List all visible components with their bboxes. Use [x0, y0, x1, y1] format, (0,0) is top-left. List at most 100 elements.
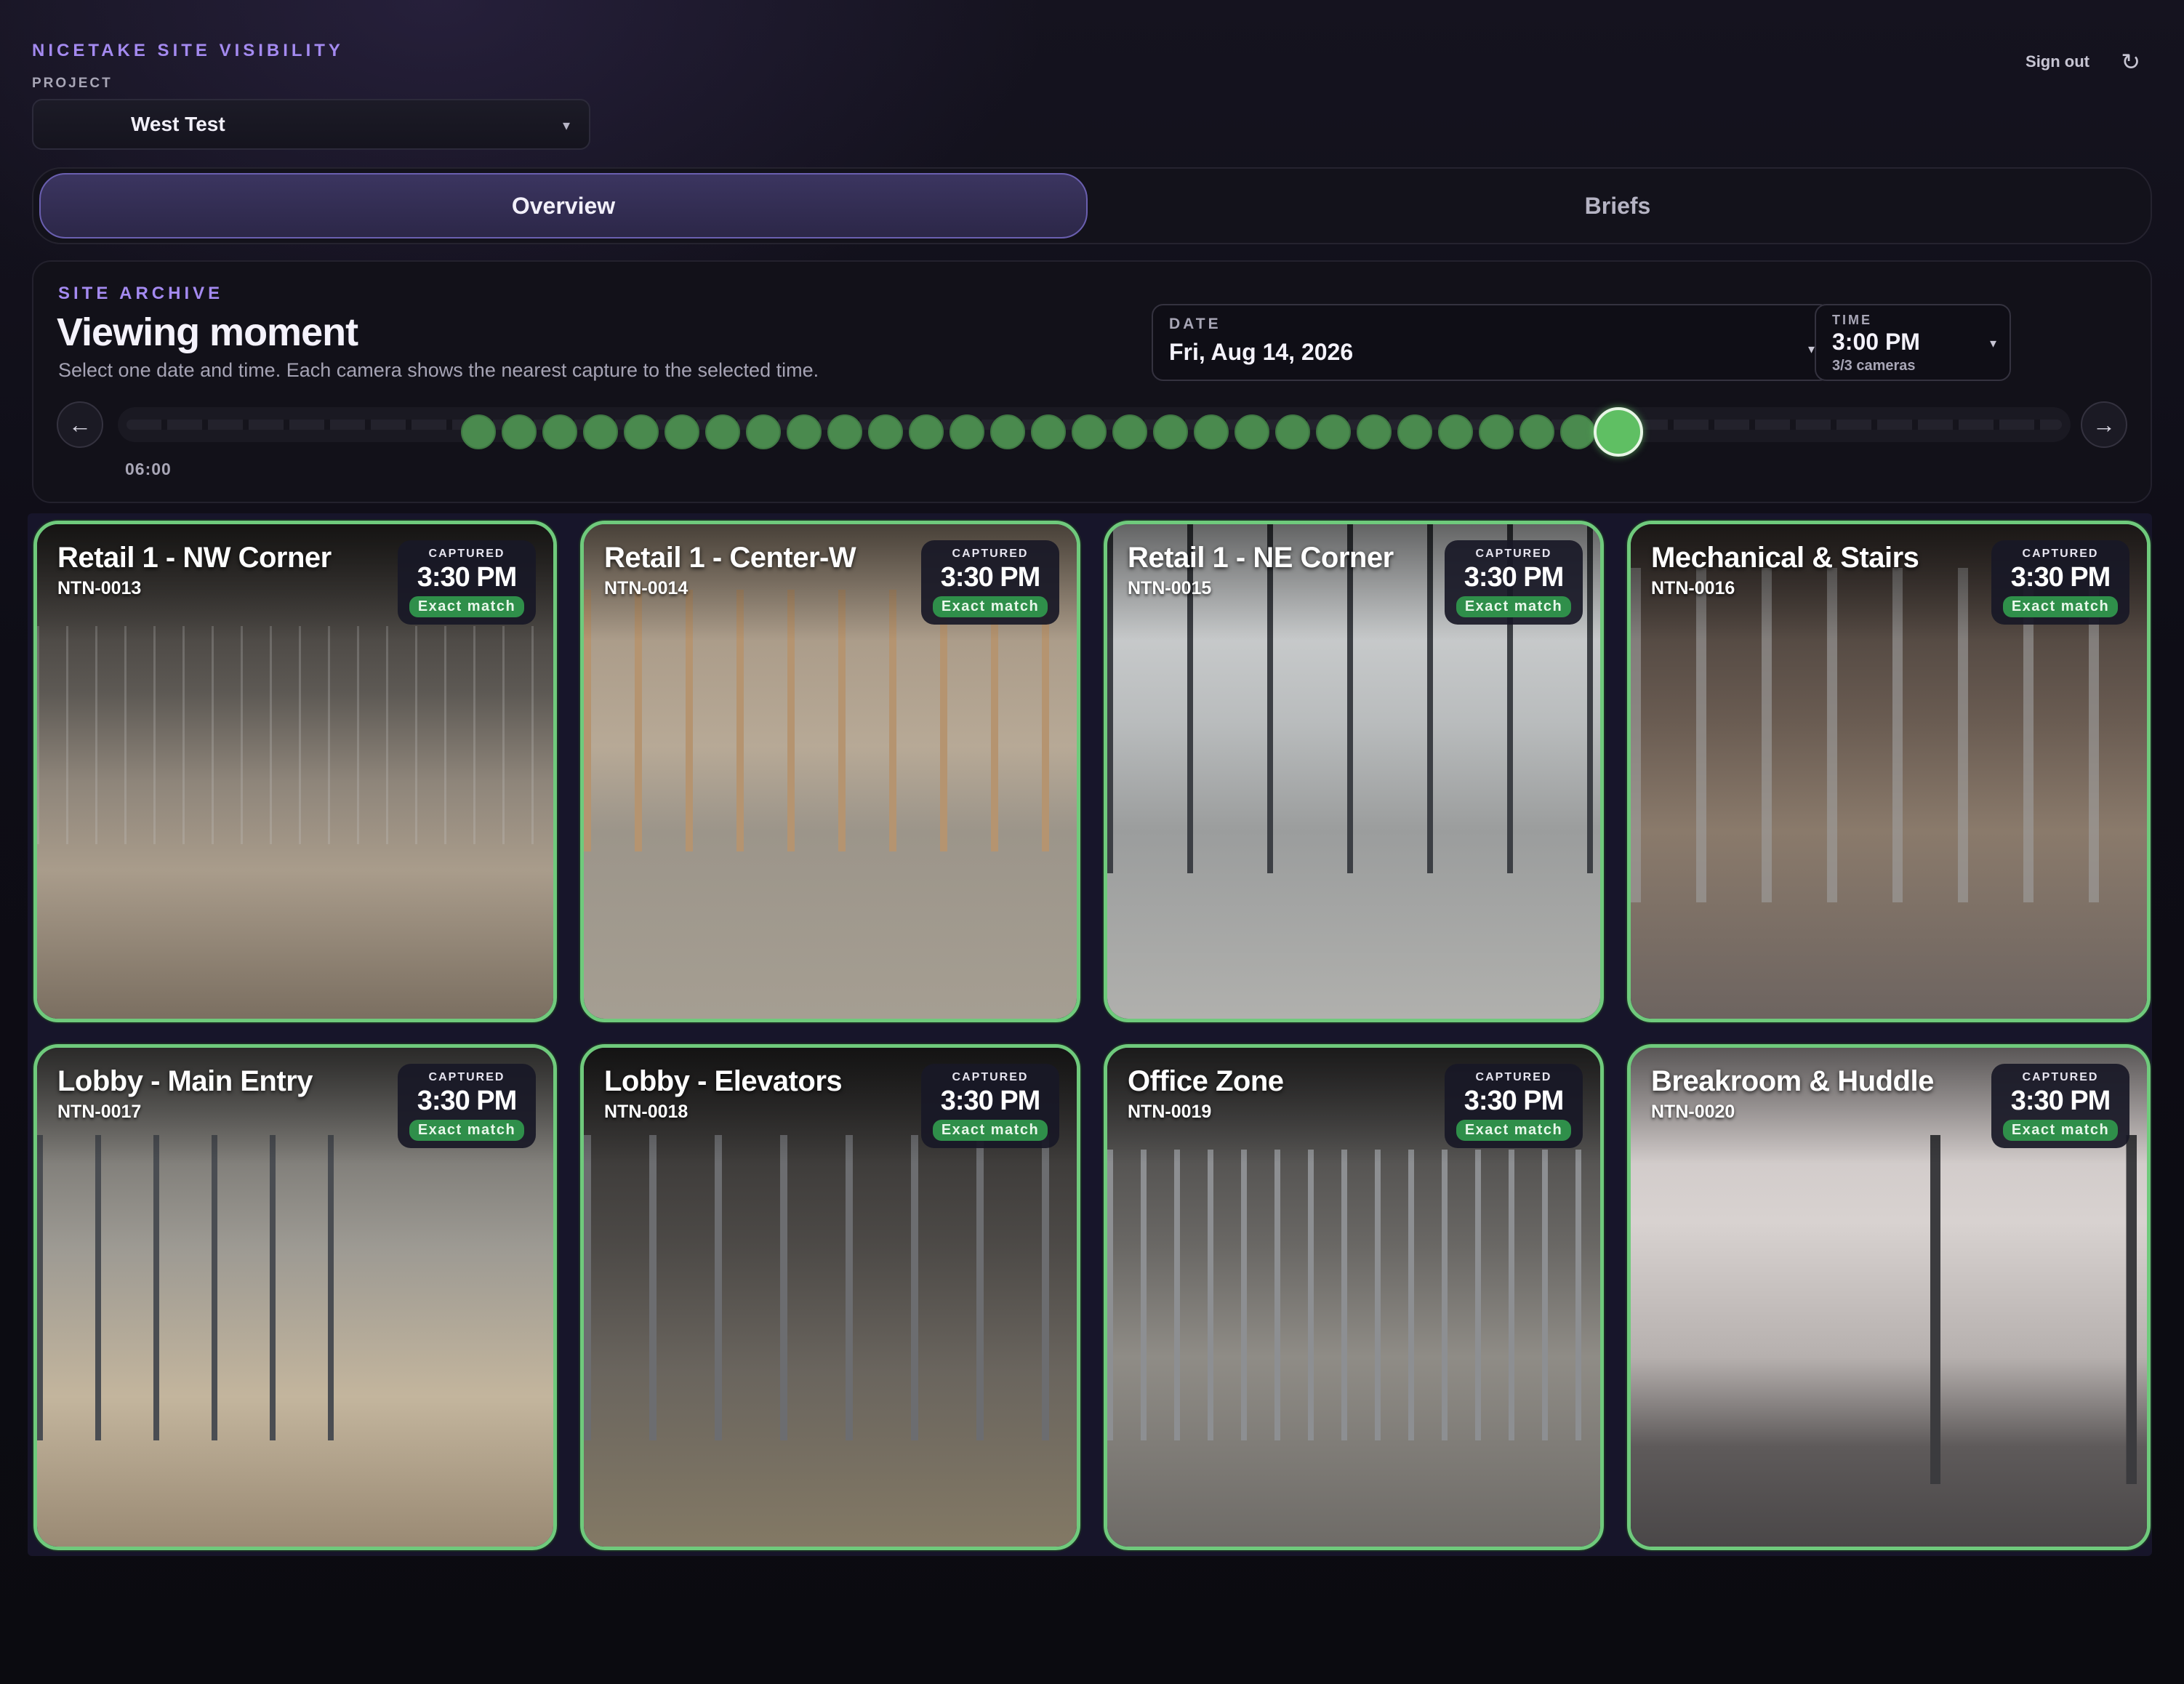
timeline-capture-dot[interactable]: [1316, 414, 1351, 449]
camera-name: Office Zone: [1128, 1065, 1284, 1097]
timeline-capture-dot[interactable]: [502, 414, 537, 449]
timeline-prev-button[interactable]: ←: [57, 401, 103, 448]
timeline-capture-dot[interactable]: [705, 414, 740, 449]
timeline-capture-dot[interactable]: [950, 414, 984, 449]
camera-id: NTN-0017: [57, 1102, 142, 1122]
app-brand: NICETAKE SITE VISIBILITY: [32, 41, 344, 60]
timeline-capture-dot[interactable]: [1438, 414, 1473, 449]
timeline-capture-dot[interactable]: [746, 414, 781, 449]
captured-time: 3:30 PM: [1464, 1086, 1565, 1116]
camera-card[interactable]: Retail 1 - NE Corner NTN-0015 CAPTURED 3…: [1104, 521, 1604, 1022]
site-archive-panel: SITE ARCHIVE Viewing moment Select one d…: [32, 260, 2152, 503]
tab-briefs[interactable]: Briefs: [1093, 173, 2142, 238]
capture-badge: CAPTURED 3:30 PM Exact match: [1991, 1064, 2129, 1148]
page-title: Viewing moment: [57, 310, 358, 354]
chevron-down-icon: ▾: [562, 118, 570, 134]
timeline-capture-dot[interactable]: [1194, 414, 1229, 449]
camera-card[interactable]: Retail 1 - Center-W NTN-0014 CAPTURED 3:…: [580, 521, 1080, 1022]
timeline-capture-dot[interactable]: [1560, 414, 1595, 449]
capture-badge: CAPTURED 3:30 PM Exact match: [1991, 540, 2129, 625]
time-value: 3:00 PM: [1832, 329, 1920, 355]
timeline-capture-dot[interactable]: [1519, 414, 1554, 449]
timeline-capture-dot[interactable]: [1153, 414, 1188, 449]
captured-time: 3:30 PM: [2010, 562, 2111, 593]
date-value: Fri, Aug 14, 2026: [1169, 339, 1354, 365]
camera-id: NTN-0016: [1651, 578, 1735, 598]
camera-id: NTN-0015: [1128, 578, 1212, 598]
captured-time: 3:30 PM: [417, 562, 518, 593]
captured-time: 3:30 PM: [417, 1086, 518, 1116]
match-badge: Exact match: [932, 596, 1048, 617]
match-badge: Exact match: [409, 1120, 525, 1141]
captured-time: 3:30 PM: [940, 562, 1041, 593]
timeline-capture-dot[interactable]: [665, 414, 699, 449]
timeline-capture-dot[interactable]: [1072, 414, 1107, 449]
timeline-track[interactable]: [118, 407, 2071, 457]
timeline-selected-capture[interactable]: [1594, 407, 1643, 457]
captured-time: 3:30 PM: [1464, 562, 1565, 593]
timeline-capture-dot[interactable]: [583, 414, 618, 449]
date-label: DATE: [1169, 316, 1221, 332]
section-description: Select one date and time. Each camera sh…: [58, 359, 819, 381]
camera-id: NTN-0014: [604, 578, 688, 598]
captured-time: 3:30 PM: [2010, 1086, 2111, 1116]
sign-out-link[interactable]: Sign out: [2026, 52, 2089, 71]
timeline-capture-dot[interactable]: [461, 414, 496, 449]
camera-card[interactable]: Retail 1 - NW Corner NTN-0013 CAPTURED 3…: [33, 521, 557, 1022]
date-select[interactable]: DATE Fri, Aug 14, 2026 ▾: [1152, 304, 1831, 381]
captured-label: CAPTURED: [1475, 548, 1552, 560]
timeline-capture-dot[interactable]: [1479, 414, 1514, 449]
timeline-capture-dot[interactable]: [787, 414, 822, 449]
camera-name: Retail 1 - Center-W: [604, 542, 856, 574]
camera-id: NTN-0013: [57, 578, 142, 598]
timeline-capture-dot[interactable]: [827, 414, 862, 449]
chevron-down-icon: ▾: [1807, 342, 1815, 356]
match-badge: Exact match: [1456, 596, 1572, 617]
timeline-capture-dot[interactable]: [1031, 414, 1066, 449]
timeline-capture-dot[interactable]: [868, 414, 903, 449]
timeline-capture-dot[interactable]: [1357, 414, 1392, 449]
capture-badge: CAPTURED 3:30 PM Exact match: [921, 1064, 1059, 1148]
camera-card[interactable]: Office Zone NTN-0019 CAPTURED 3:30 PM Ex…: [1104, 1044, 1604, 1550]
timeline-capture-dot[interactable]: [1275, 414, 1310, 449]
timeline-capture-dot[interactable]: [1397, 414, 1432, 449]
timeline-next-button[interactable]: →: [2081, 401, 2127, 448]
capture-badge: CAPTURED 3:30 PM Exact match: [1445, 540, 1583, 625]
camera-name: Breakroom & Huddle: [1651, 1065, 1934, 1097]
captured-label: CAPTURED: [428, 548, 505, 560]
camera-name: Mechanical & Stairs: [1651, 542, 1919, 574]
chevron-down-icon: ▾: [1989, 336, 1996, 350]
timeline-capture-dot[interactable]: [542, 414, 577, 449]
arrow-left-icon: ←: [68, 411, 92, 438]
capture-badge: CAPTURED 3:30 PM Exact match: [1445, 1064, 1583, 1148]
project-select-value: West Test: [131, 113, 225, 135]
tab-bar: Overview Briefs: [32, 167, 2152, 244]
captured-label: CAPTURED: [428, 1071, 505, 1083]
project-label: PROJECT: [32, 76, 113, 91]
camera-name: Lobby - Main Entry: [57, 1065, 313, 1097]
captured-label: CAPTURED: [952, 548, 1029, 560]
timeline-capture-dot[interactable]: [624, 414, 659, 449]
arrow-right-icon: →: [2092, 411, 2116, 438]
captured-label: CAPTURED: [2022, 548, 2099, 560]
camera-card[interactable]: Mechanical & Stairs NTN-0016 CAPTURED 3:…: [1627, 521, 2151, 1022]
capture-badge: CAPTURED 3:30 PM Exact match: [398, 1064, 536, 1148]
captured-label: CAPTURED: [1475, 1071, 1552, 1083]
timeline-capture-dot[interactable]: [1112, 414, 1147, 449]
project-select[interactable]: West Test ▾: [32, 99, 590, 150]
match-badge: Exact match: [932, 1120, 1048, 1141]
camera-card[interactable]: Lobby - Main Entry NTN-0017 CAPTURED 3:3…: [33, 1044, 557, 1550]
time-select[interactable]: TIME 3:00 PM 3/3 cameras ▾: [1815, 304, 2011, 381]
timeline-capture-dot[interactable]: [909, 414, 944, 449]
camera-id: NTN-0020: [1651, 1102, 1735, 1122]
refresh-icon[interactable]: ↻: [2121, 48, 2140, 76]
camera-id: NTN-0019: [1128, 1102, 1212, 1122]
camera-card[interactable]: Lobby - Elevators NTN-0018 CAPTURED 3:30…: [580, 1044, 1080, 1550]
camera-card[interactable]: Breakroom & Huddle NTN-0020 CAPTURED 3:3…: [1627, 1044, 2151, 1550]
tab-overview[interactable]: Overview: [39, 173, 1088, 238]
captured-label: CAPTURED: [2022, 1071, 2099, 1083]
timeline-capture-dot[interactable]: [990, 414, 1025, 449]
timeline-capture-dot[interactable]: [1234, 414, 1269, 449]
captured-time: 3:30 PM: [940, 1086, 1041, 1116]
match-badge: Exact match: [1456, 1120, 1572, 1141]
